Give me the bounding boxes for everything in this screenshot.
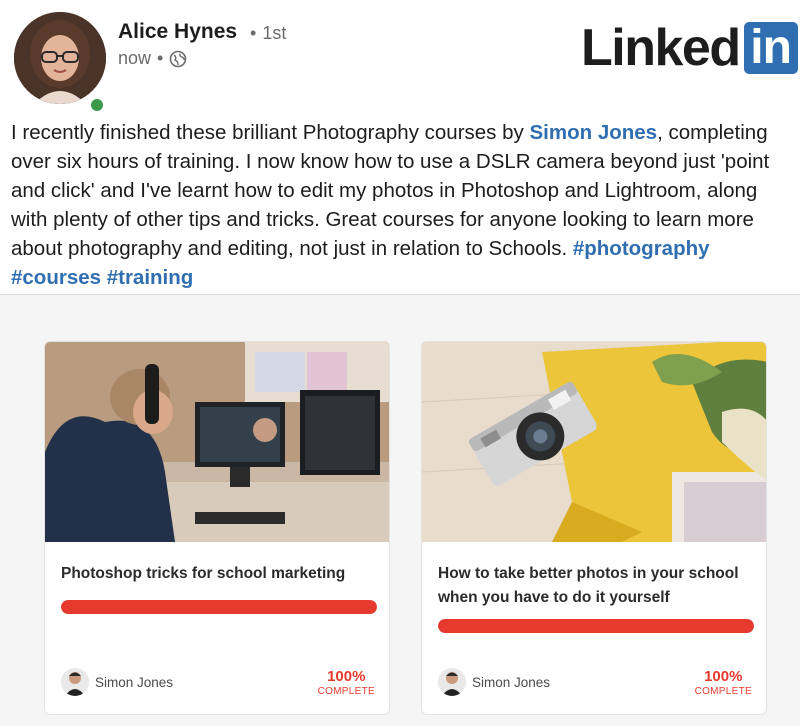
post-header: Alice Hynes • 1st now • Linked in [0, 0, 800, 114]
course-thumbnail[interactable] [422, 342, 766, 542]
avatar [14, 12, 106, 104]
post-body-text: I recently finished these brilliant Phot… [11, 118, 791, 292]
instructor: Simon Jones [61, 668, 173, 696]
completion-percent: 100% [704, 668, 743, 685]
course-title[interactable]: Photoshop tricks for school marketing [61, 562, 377, 586]
course-card[interactable]: How to take better photos in your school… [421, 341, 767, 715]
instructor: Simon Jones [438, 668, 550, 696]
mention-link[interactable]: Simon Jones [529, 121, 657, 144]
author-name[interactable]: Alice Hynes [118, 20, 237, 44]
instructor-avatar [438, 668, 466, 696]
connection-degree: • 1st [250, 23, 287, 43]
course-card[interactable]: Photoshop tricks for school marketing Si… [44, 341, 390, 715]
course-title[interactable]: How to take better photos in your school… [438, 562, 754, 610]
post-text-part-1: I recently finished these brilliant Phot… [11, 121, 530, 144]
logo-wordmark: Linked [581, 19, 741, 77]
globe-icon [169, 50, 187, 68]
logo-in-box: in [743, 22, 798, 74]
progress-fill [438, 619, 754, 633]
post-meta: now • [118, 48, 187, 69]
instructor-name: Simon Jones [472, 674, 551, 690]
linkedin-logo: Linked in [581, 22, 798, 74]
instructor-avatar [61, 668, 89, 696]
progress-bar [438, 619, 754, 633]
progress-fill [61, 600, 377, 614]
completion-percent: 100% [327, 668, 366, 685]
completion-status: 100% COMPLETE [318, 668, 375, 698]
online-status-dot [88, 96, 106, 114]
author-avatar[interactable] [14, 12, 106, 114]
post-timestamp: now [118, 48, 152, 68]
instructor-name: Simon Jones [95, 674, 174, 690]
progress-bar [61, 600, 377, 614]
completion-label: COMPLETE [694, 686, 752, 697]
course-thumbnail[interactable] [45, 342, 389, 542]
degree-label: 1st [262, 23, 287, 43]
avatar-illustration [14, 12, 106, 104]
completion-status: 100% COMPLETE [695, 668, 752, 698]
course-cards-area: Photoshop tricks for school marketing Si… [0, 295, 800, 726]
completion-label: COMPLETE [317, 686, 375, 697]
